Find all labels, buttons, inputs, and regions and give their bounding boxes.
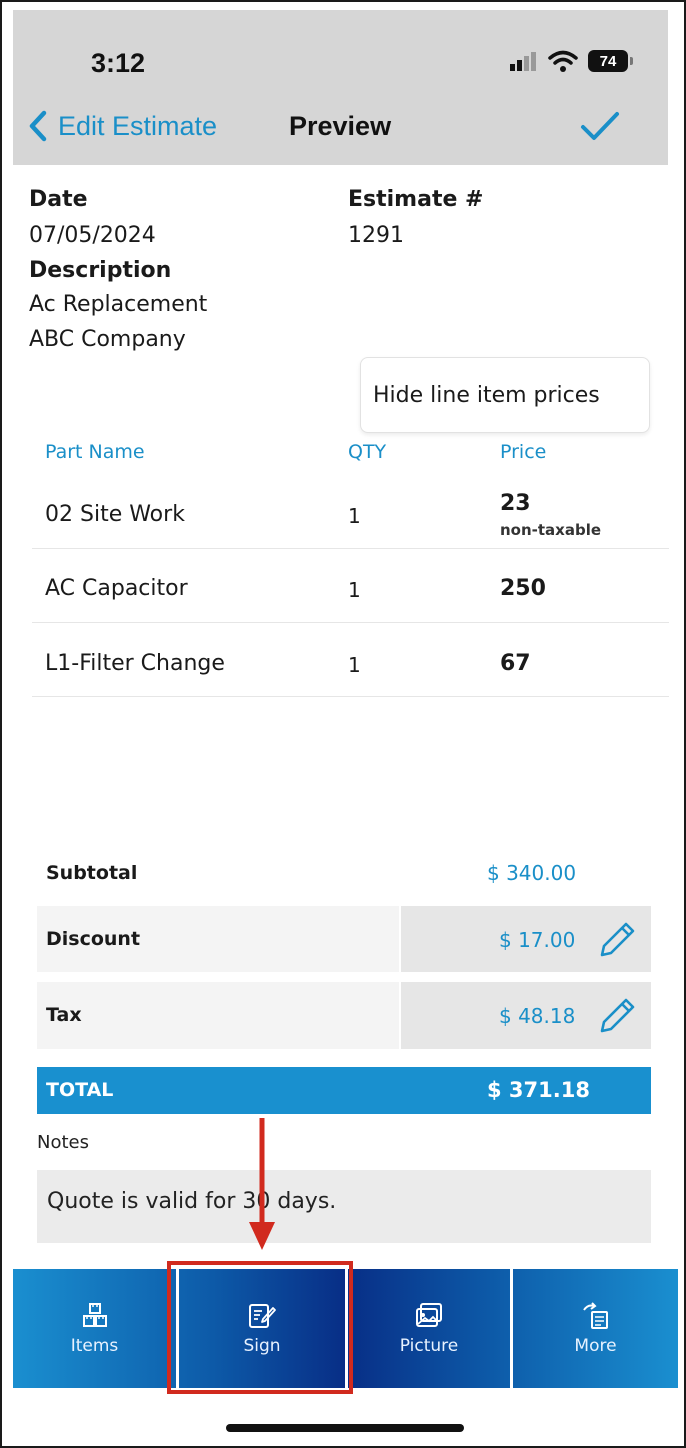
description-line: ABC Company — [29, 327, 186, 352]
edit-tax-pencil-icon[interactable] — [599, 996, 637, 1034]
items-icon — [82, 1302, 107, 1327]
total-bar: TOTAL $ 371.18 — [37, 1067, 651, 1114]
checkmark-icon — [581, 112, 619, 140]
hide-line-item-prices-button[interactable]: Hide line item prices — [360, 357, 650, 433]
taxable-note: non-taxable — [500, 521, 602, 539]
tax-value: $ 48.18 — [499, 1004, 576, 1028]
home-indicator — [226, 1424, 464, 1432]
tax-row: Tax $ 48.18 — [37, 982, 651, 1049]
description-label: Description — [29, 258, 172, 283]
picture-icon — [416, 1302, 442, 1327]
chevron-left-icon — [29, 110, 47, 142]
total-value: $ 371.18 — [487, 1078, 590, 1102]
estimate-number-value: 1291 — [348, 223, 404, 248]
wifi-icon — [548, 50, 578, 72]
description-line: Ac Replacement — [29, 292, 208, 317]
subtotal-label: Subtotal — [46, 862, 138, 884]
tab-more[interactable]: More — [513, 1269, 678, 1388]
back-button[interactable]: Edit Estimate — [28, 110, 217, 142]
confirm-button[interactable] — [580, 110, 620, 146]
tab-sign[interactable]: Sign — [179, 1269, 345, 1388]
part-qty: 1 — [348, 578, 361, 602]
tab-sign-label: Sign — [243, 1335, 281, 1356]
table-row[interactable]: 02 Site Work 1 23 non-taxable — [32, 478, 669, 549]
notes-label: Notes — [37, 1132, 89, 1153]
status-time: 3:12 — [91, 48, 146, 78]
column-header-price: Price — [500, 441, 547, 463]
total-label: TOTAL — [46, 1079, 114, 1101]
part-qty: 1 — [348, 504, 361, 528]
tab-items[interactable]: Items — [13, 1269, 176, 1388]
back-button-label: Edit Estimate — [58, 110, 218, 141]
discount-label: Discount — [46, 928, 141, 950]
status-icons: 74 — [510, 50, 633, 72]
bottom-tab-bar: Items Sign Picture More — [13, 1269, 678, 1388]
part-price: 250 — [500, 576, 546, 601]
tab-items-label: Items — [70, 1335, 119, 1356]
sign-icon — [249, 1303, 276, 1328]
discount-row: Discount $ 17.00 — [37, 906, 651, 972]
table-row[interactable]: AC Capacitor 1 250 — [32, 548, 669, 623]
column-header-part-name: Part Name — [45, 441, 145, 463]
navigation-bar: 3:12 74 Edit Estimate Preview — [13, 10, 668, 165]
part-name: L1-Filter Change — [45, 651, 225, 676]
part-price: 23 — [500, 491, 531, 516]
date-label: Date — [29, 187, 88, 212]
subtotal-value: $ 340.00 — [487, 861, 577, 885]
battery-level: 74 — [599, 52, 617, 70]
page-title: Preview — [289, 111, 392, 141]
table-row[interactable]: L1-Filter Change 1 67 — [32, 622, 669, 697]
more-icon — [582, 1301, 608, 1329]
tab-more-label: More — [574, 1335, 617, 1356]
edit-discount-pencil-icon[interactable] — [599, 920, 637, 958]
part-name: 02 Site Work — [45, 502, 185, 527]
part-price: 67 — [500, 651, 531, 676]
discount-value: $ 17.00 — [499, 928, 576, 952]
part-qty: 1 — [348, 653, 361, 677]
notes-field[interactable]: Quote is valid for 30 days. — [37, 1170, 651, 1243]
date-value: 07/05/2024 — [29, 223, 156, 248]
part-name: AC Capacitor — [45, 576, 188, 601]
tab-picture-label: Picture — [399, 1335, 459, 1356]
estimate-number-label: Estimate # — [348, 187, 484, 212]
battery-icon: 74 — [588, 50, 633, 72]
tab-picture[interactable]: Picture — [348, 1269, 510, 1388]
tax-label: Tax — [46, 1004, 82, 1026]
column-header-qty: QTY — [348, 441, 387, 463]
signal-icon — [510, 52, 536, 71]
